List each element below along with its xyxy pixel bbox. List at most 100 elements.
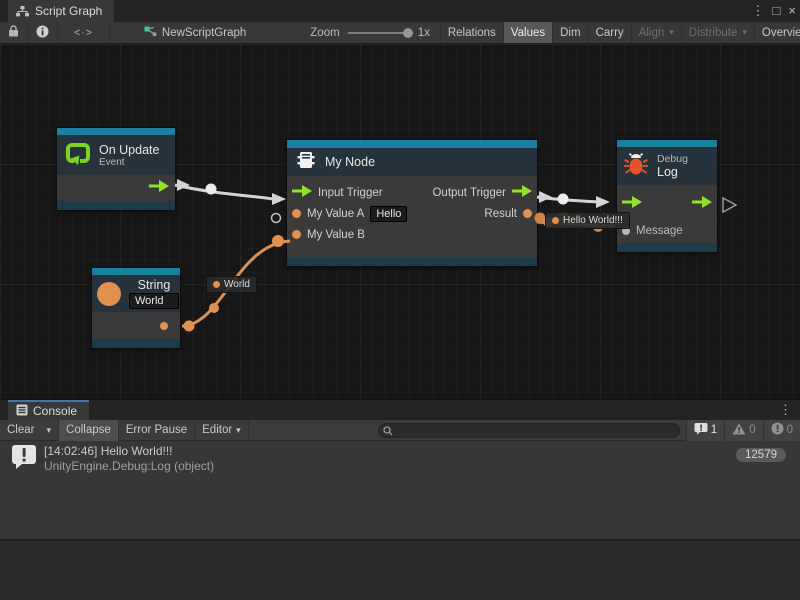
log-message-bubble-icon — [10, 443, 38, 476]
node-debug-header: Debug Log — [617, 147, 717, 185]
relations-label: Relations — [448, 27, 496, 39]
chevron-down-icon: ▾ — [742, 27, 747, 38]
dim-button[interactable]: Dim — [552, 22, 587, 44]
align-button[interactable]: Align▾ — [631, 22, 681, 44]
node-on-update-body — [57, 175, 175, 201]
node-my-node-body: Input Trigger Output Trigger My Value A … — [287, 176, 537, 257]
tab-script-graph[interactable]: Script Graph — [8, 0, 114, 22]
string-output-port[interactable] — [160, 322, 168, 330]
value-dot-icon — [552, 217, 559, 224]
node-title: On Update — [99, 143, 159, 157]
warning-triangle-icon — [732, 423, 746, 438]
string-type-icon — [97, 282, 121, 306]
distribute-button[interactable]: Distribute ▾ — [681, 22, 754, 44]
editor-dropdown-button[interactable]: Editor▾ — [195, 420, 249, 441]
value-pulse-dot — [209, 303, 219, 313]
node-footer — [57, 201, 175, 210]
log-count-button[interactable]: 1 — [686, 420, 724, 441]
zoom-slider[interactable] — [348, 32, 410, 34]
code-view-button[interactable]: <∙> — [58, 22, 110, 44]
wire-value-text: Hello World!!! — [563, 215, 623, 226]
value-dot-icon — [213, 281, 220, 288]
wire-value-label-hello-world: Hello World!!! — [545, 212, 630, 229]
node-on-update-header: On Update Event — [57, 135, 175, 175]
error-pause-button[interactable]: Error Pause — [119, 420, 195, 441]
node-subtitle: Event — [99, 157, 159, 168]
overview-button[interactable]: Overview — [754, 22, 800, 44]
values-button[interactable]: Values — [503, 22, 552, 44]
error-count: 0 — [787, 424, 793, 436]
result-port[interactable] — [523, 209, 532, 218]
window-menu-icon[interactable]: ⋮ — [752, 0, 765, 22]
graph-asset-reference[interactable]: NewScriptGraph — [136, 26, 254, 40]
flow-output-port[interactable] — [149, 179, 169, 197]
node-debug-log[interactable]: Debug Log Message — [617, 140, 717, 252]
warning-count-button[interactable]: 0 — [724, 420, 762, 441]
console-log-list: [14:02:46] Hello World!!! UnityEngine.De… — [0, 441, 800, 540]
wire-end-arrow — [596, 196, 610, 208]
collapse-button[interactable]: Collapse — [59, 420, 119, 441]
error-pause-label: Error Pause — [126, 424, 187, 436]
clear-button[interactable]: Clear — [0, 420, 39, 441]
node-string-body — [92, 312, 180, 339]
graph-toolbar-buttons: Relations Values Dim Carry Align▾ Distri… — [440, 22, 800, 44]
graph-toolbar: <∙> NewScriptGraph Zoom 1x Relations Val… — [0, 22, 800, 44]
node-my-node[interactable]: My Node Input Trigger Output Trigger — [287, 140, 537, 266]
value-a-port[interactable] — [292, 209, 301, 218]
value-a-input[interactable]: Hello — [370, 206, 407, 222]
node-accent-strip — [617, 140, 717, 147]
search-icon — [383, 426, 393, 436]
log-count: 1 — [711, 424, 717, 436]
node-title: Debug — [657, 153, 688, 165]
input-trigger-port[interactable] — [292, 185, 312, 200]
window-controls: ⋮ □ × — [752, 0, 796, 22]
graph-hierarchy-icon — [16, 6, 29, 17]
debug-flow-output-port[interactable] — [692, 196, 712, 211]
lock-icon — [8, 25, 19, 40]
value-b-port[interactable] — [292, 230, 301, 239]
script-graph-asset-icon — [144, 26, 157, 40]
carry-button[interactable]: Carry — [588, 22, 631, 44]
clear-dropdown-button[interactable]: ▾ — [39, 420, 59, 441]
node-debug-body: Message — [617, 185, 717, 243]
message-label: Message — [636, 225, 683, 237]
console-detail-pane[interactable] — [0, 541, 800, 600]
tab-console[interactable]: Console — [8, 400, 89, 420]
output-trigger-port[interactable] — [512, 185, 532, 200]
inspect-button[interactable] — [28, 22, 58, 44]
node-string-literal[interactable]: String World — [92, 268, 180, 348]
graph-canvas[interactable]: On Update Event My Node — [0, 44, 800, 400]
node-my-node-header: My Node — [287, 148, 537, 176]
zoom-slider-handle[interactable] — [403, 28, 413, 38]
search-input[interactable] — [397, 424, 667, 436]
string-value-input[interactable]: World — [129, 293, 179, 309]
console-icon — [16, 404, 28, 419]
log-entry-row[interactable]: [14:02:46] Hello World!!! UnityEngine.De… — [0, 441, 800, 477]
result-label: Result — [484, 208, 517, 220]
zoom-control: Zoom 1x — [310, 27, 430, 39]
debug-flow-input-port[interactable] — [622, 196, 642, 211]
lock-button[interactable] — [0, 22, 28, 44]
tab-script-graph-label: Script Graph — [35, 4, 102, 18]
node-accent-strip — [92, 268, 180, 275]
bug-icon — [623, 151, 649, 182]
flow-pulse-dot — [558, 194, 569, 205]
dim-label: Dim — [560, 27, 580, 39]
relations-button[interactable]: Relations — [440, 22, 503, 44]
console-menu-icon[interactable]: ⋮ — [779, 402, 792, 418]
node-accent-strip — [57, 128, 175, 135]
distribute-label: Distribute — [689, 27, 738, 39]
value-a-label: My Value A — [307, 208, 364, 220]
close-icon[interactable]: × — [788, 0, 796, 22]
node-footer — [92, 339, 180, 348]
node-on-update[interactable]: On Update Event — [57, 128, 175, 210]
chevron-down-icon: ▾ — [46, 425, 51, 436]
error-count-button[interactable]: 0 — [763, 420, 800, 441]
log-stack-trace: UnityEngine.Debug:Log (object) — [44, 459, 214, 474]
maximize-icon[interactable]: □ — [773, 0, 781, 22]
wire-start-arrow — [177, 179, 190, 191]
zoom-value: 1x — [418, 27, 430, 39]
node-title: My Node — [325, 155, 375, 169]
console-search-box — [378, 423, 680, 438]
unconnected-flow-triangle — [723, 198, 736, 212]
